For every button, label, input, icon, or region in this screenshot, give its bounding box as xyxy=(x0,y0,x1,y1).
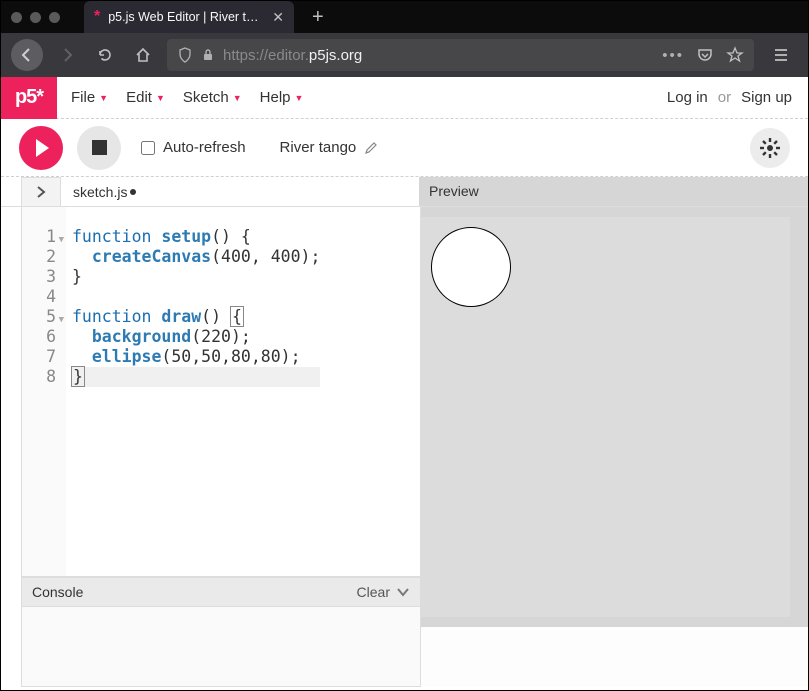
ellipse-shape xyxy=(431,227,511,307)
caret-down-icon: ▼ xyxy=(156,93,165,103)
gutter: 1▼2345▼678 xyxy=(22,207,66,576)
chevron-right-icon xyxy=(35,186,47,198)
editor-column: 1▼2345▼678 function setup() { createCanv… xyxy=(1,207,421,687)
workspace: 1▼2345▼678 function setup() { createCanv… xyxy=(1,207,808,687)
file-tab[interactable]: sketch.js xyxy=(61,177,148,206)
traffic-zoom[interactable] xyxy=(49,12,60,23)
stop-icon xyxy=(92,140,107,155)
play-button[interactable] xyxy=(19,126,63,170)
nav-home-button[interactable] xyxy=(129,41,157,69)
url-bar[interactable]: https://editor.p5js.org ••• xyxy=(167,39,754,71)
login-link[interactable]: Log in xyxy=(667,89,708,106)
p5-app: p5* File▼ Edit▼ Sketch▼ Help▼ Log in or … xyxy=(1,77,808,687)
caret-down-icon: ▼ xyxy=(295,93,304,103)
tab-close-icon[interactable]: ✕ xyxy=(272,9,284,26)
file-tab-name: sketch.js xyxy=(73,184,127,200)
sidebar-toggle[interactable] xyxy=(21,177,61,206)
nav-forward-button[interactable] xyxy=(53,41,81,69)
menu-help[interactable]: Help▼ xyxy=(260,89,304,106)
app-toolbar: Auto-refresh River tango xyxy=(1,119,808,177)
preview-gutter xyxy=(421,627,808,687)
shield-icon xyxy=(177,47,193,63)
console-header: Console Clear xyxy=(21,577,421,607)
caret-down-icon: ▼ xyxy=(233,93,242,103)
meatball-icon[interactable]: ••• xyxy=(662,47,684,64)
sketch-name[interactable]: River tango xyxy=(280,139,379,156)
settings-button[interactable] xyxy=(750,128,790,168)
work-tabs: sketch.js Preview xyxy=(1,177,808,207)
auto-refresh-checkbox[interactable] xyxy=(141,141,155,155)
pencil-icon[interactable] xyxy=(364,141,378,155)
menu-file[interactable]: File▼ xyxy=(71,89,108,106)
console-body[interactable] xyxy=(21,607,421,687)
url-text: https://editor.p5js.org xyxy=(223,47,362,64)
console-label: Console xyxy=(32,584,83,600)
star-icon[interactable] xyxy=(726,46,744,64)
traffic-close[interactable] xyxy=(11,12,22,23)
nav-reload-button[interactable] xyxy=(91,41,119,69)
preview-label: Preview xyxy=(419,177,808,206)
auto-refresh-toggle[interactable]: Auto-refresh xyxy=(141,139,246,156)
auth-or: or xyxy=(718,89,731,106)
console-clear-button[interactable]: Clear xyxy=(357,584,410,600)
lock-icon xyxy=(201,48,215,62)
browser-menu-button[interactable] xyxy=(764,38,798,72)
tab-favicon: * xyxy=(94,8,100,26)
window-controls[interactable] xyxy=(11,12,60,23)
auth-links: Log in or Sign up xyxy=(667,89,792,106)
menu-sketch[interactable]: Sketch▼ xyxy=(183,89,242,106)
play-icon xyxy=(36,139,49,157)
auto-refresh-label: Auto-refresh xyxy=(163,139,246,156)
caret-down-icon: ▼ xyxy=(99,93,108,103)
chevron-down-icon xyxy=(396,585,410,599)
pocket-icon[interactable] xyxy=(696,46,714,64)
browser-tab[interactable]: * p5.js Web Editor | River tango ✕ xyxy=(84,1,294,33)
code-editor[interactable]: 1▼2345▼678 function setup() { createCanv… xyxy=(21,207,421,577)
code-area[interactable]: function setup() { createCanvas(400, 400… xyxy=(66,207,326,576)
preview-canvas xyxy=(421,217,790,617)
unsaved-indicator xyxy=(130,189,136,195)
p5-logo[interactable]: p5* xyxy=(1,77,57,119)
menu-list: File▼ Edit▼ Sketch▼ Help▼ xyxy=(71,89,303,106)
tab-title: p5.js Web Editor | River tango xyxy=(108,10,264,24)
app-menubar: p5* File▼ Edit▼ Sketch▼ Help▼ Log in or … xyxy=(1,77,808,119)
stop-button[interactable] xyxy=(77,126,121,170)
gear-icon xyxy=(759,137,781,159)
traffic-minimize[interactable] xyxy=(30,12,41,23)
preview-column xyxy=(421,207,808,687)
menu-edit[interactable]: Edit▼ xyxy=(126,89,165,106)
browser-navbar: https://editor.p5js.org ••• xyxy=(1,33,808,77)
browser-chrome: * p5.js Web Editor | River tango ✕ + htt… xyxy=(1,1,808,77)
new-tab-button[interactable]: + xyxy=(312,6,324,29)
nav-back-button[interactable] xyxy=(11,39,43,71)
browser-titlebar: * p5.js Web Editor | River tango ✕ + xyxy=(1,1,808,33)
signup-link[interactable]: Sign up xyxy=(741,89,792,106)
